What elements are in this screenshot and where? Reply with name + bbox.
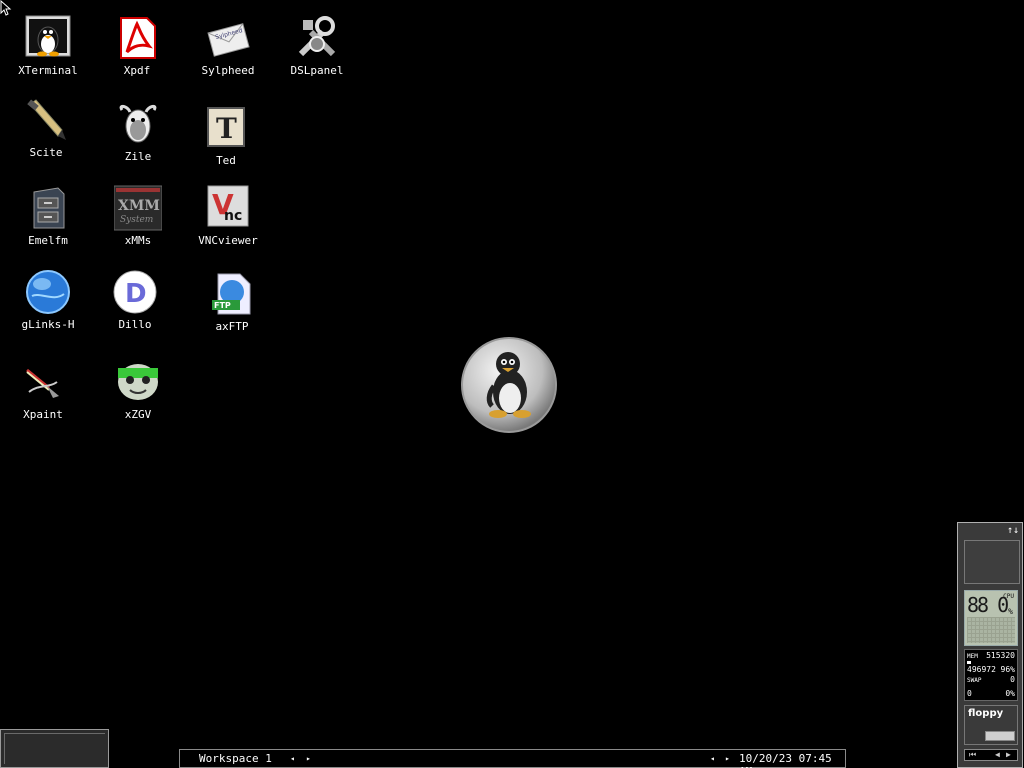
ftp-icon: FTP (212, 273, 251, 315)
icon-label: xZGV (124, 408, 152, 421)
rewind-icon[interactable]: ⏮ (969, 750, 976, 760)
icon-label: Xpdf (123, 64, 151, 77)
floppy-label: floppy (968, 708, 1004, 719)
desktop-icon-scite[interactable]: Scite (6, 96, 86, 159)
cpu-digits: 88 0 (967, 593, 1009, 617)
swap-label: SWAP (967, 677, 982, 684)
tools-icon (298, 16, 336, 57)
tux-logo (461, 337, 557, 433)
task-list-inner (4, 733, 105, 764)
icon-label: Zile (124, 150, 152, 163)
mem-bar (967, 661, 971, 664)
icon-label: Dillo (118, 318, 152, 331)
desktop-icon-zile[interactable]: Zile (98, 100, 178, 163)
swap-pct: 0% (1005, 689, 1015, 698)
window-prev-button[interactable]: ◂ (710, 754, 715, 763)
workspace-next-button[interactable]: ▸ (306, 754, 311, 763)
toolbar: Workspace 1 ◂ ▸ ◂ ▸ 10/20/23 07:45 AM (179, 749, 846, 768)
dillo-icon: D (113, 270, 157, 314)
desktop-icon-xpaint[interactable]: Xpaint (3, 358, 83, 421)
svg-text:T: T (216, 112, 237, 145)
vnc-icon: V nc (207, 185, 249, 227)
dock-nav: ⏮ ◀ ▶ (964, 749, 1018, 761)
gnu-icon (119, 104, 157, 143)
memory-monitor: MEM 515320 496972 96% SWAP 0 0 0% (964, 649, 1018, 701)
desktop-icon-axftp[interactable]: FTP axFTP (192, 270, 272, 333)
desktop-icon-dillo[interactable]: D Dillo (95, 268, 175, 331)
workspace-prev-button[interactable]: ◂ (290, 754, 295, 763)
svg-text:System: System (120, 215, 153, 225)
desktop-icon-emelfm[interactable]: Emelfm (8, 184, 88, 247)
desktop-icon-xpdf[interactable]: Xpdf (97, 14, 177, 77)
icon-label: Scite (29, 146, 63, 159)
pdf-icon (120, 17, 156, 59)
cpu-monitor: 88 0 CPU % (964, 590, 1018, 646)
floppy-slot-icon (985, 731, 1015, 741)
workspace-label[interactable]: Workspace 1 (199, 752, 272, 765)
tux-terminal-icon (25, 15, 71, 57)
desktop-icon-xmms[interactable]: XMM System xMMs (98, 184, 178, 247)
icon-label: Emelfm (28, 234, 68, 247)
pen-icon (27, 99, 66, 140)
icon-label: xMMs (124, 234, 152, 247)
xmms-icon: XMM System (114, 185, 162, 231)
desktop: XTerminal Xpdf Sylpheed Sylpheed DSLpane… (0, 0, 1024, 768)
swap-total: 0 (1010, 675, 1015, 684)
icon-label: VNCviewer (198, 234, 258, 247)
globe-icon (26, 270, 70, 314)
mem-used-pct: 96% (1000, 665, 1015, 674)
icon-label: Xpaint (23, 408, 63, 421)
icon-label: Ted (216, 154, 236, 167)
mem-used: 496972 (967, 665, 996, 674)
icon-label: Sylpheed (201, 64, 255, 77)
file-cabinet-icon (33, 187, 65, 229)
svg-text:XMM: XMM (118, 198, 160, 214)
icon-label: DSLpanel (290, 64, 344, 77)
dock-arrows-icon[interactable]: ↑↓ (1007, 525, 1019, 536)
image-viewer-icon (118, 364, 158, 400)
cpu-label: CPU (1003, 593, 1014, 600)
task-list[interactable] (0, 729, 109, 768)
desktop-icon-vncviewer[interactable]: V nc VNCviewer (188, 184, 268, 247)
svg-text:D: D (125, 279, 147, 309)
svg-text:FTP: FTP (214, 301, 231, 310)
floppy-mount-button[interactable]: floppy (964, 705, 1018, 745)
desktop-icon-ted[interactable]: T Ted (186, 104, 266, 167)
text-editor-icon: T (207, 107, 245, 147)
mem-total: 515320 (986, 651, 1015, 660)
desktop-icon-xzgv[interactable]: xZGV (98, 358, 178, 421)
desktop-icon-xterminal[interactable]: XTerminal (8, 14, 88, 77)
icon-label: XTerminal (18, 64, 78, 77)
cpu-graph (967, 617, 1015, 643)
prev-icon[interactable]: ◀ (995, 750, 1000, 759)
icon-label: axFTP (215, 320, 249, 333)
clock: 10/20/23 07:45 AM (739, 752, 832, 768)
mail-icon: Sylpheed (207, 23, 250, 57)
dock-empty-pane (964, 540, 1020, 584)
desktop-icon-glinks[interactable]: gLinks-H (8, 268, 88, 331)
icon-label: gLinks-H (21, 318, 75, 331)
swap-used: 0 (967, 689, 972, 698)
dock: ↑↓ 88 0 CPU % MEM 515320 496972 96% SWAP… (957, 522, 1023, 768)
next-icon[interactable]: ▶ (1006, 750, 1011, 759)
paint-icon (26, 368, 59, 398)
mem-label: MEM (967, 653, 978, 660)
svg-text:nc: nc (224, 208, 242, 224)
window-next-button[interactable]: ▸ (725, 754, 730, 763)
desktop-icon-sylpheed[interactable]: Sylpheed Sylpheed (188, 14, 268, 77)
desktop-icon-dslpanel[interactable]: DSLpanel (277, 14, 357, 77)
cpu-unit: % (1008, 607, 1013, 616)
